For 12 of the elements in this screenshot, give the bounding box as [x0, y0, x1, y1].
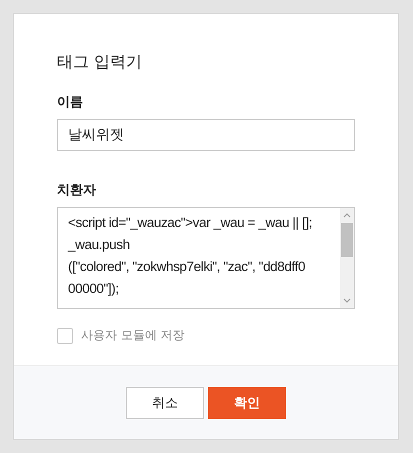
cancel-button[interactable]: 취소	[126, 386, 204, 418]
save-checkbox-label: 사용자 모듈에 저장	[81, 327, 185, 344]
dialog-title: 태그 입력기	[57, 52, 144, 73]
name-label: 이름	[57, 94, 84, 111]
confirm-button[interactable]: 확인	[208, 386, 286, 418]
scrollbar[interactable]	[340, 208, 354, 308]
scroll-up-icon[interactable]	[343, 213, 351, 218]
replacement-text-area[interactable]: <script id="_wauzac">var _wau = _wau || []; _wau.push (["colored", "zokwhsp7elki", "zac", "dd8dff0 00000"]);	[57, 207, 355, 309]
replacement-label: 치환자	[57, 182, 97, 199]
save-checkbox[interactable]	[57, 328, 73, 344]
scroll-down-icon[interactable]	[343, 298, 351, 303]
name-input-field[interactable]: 날씨위젯	[57, 119, 355, 151]
